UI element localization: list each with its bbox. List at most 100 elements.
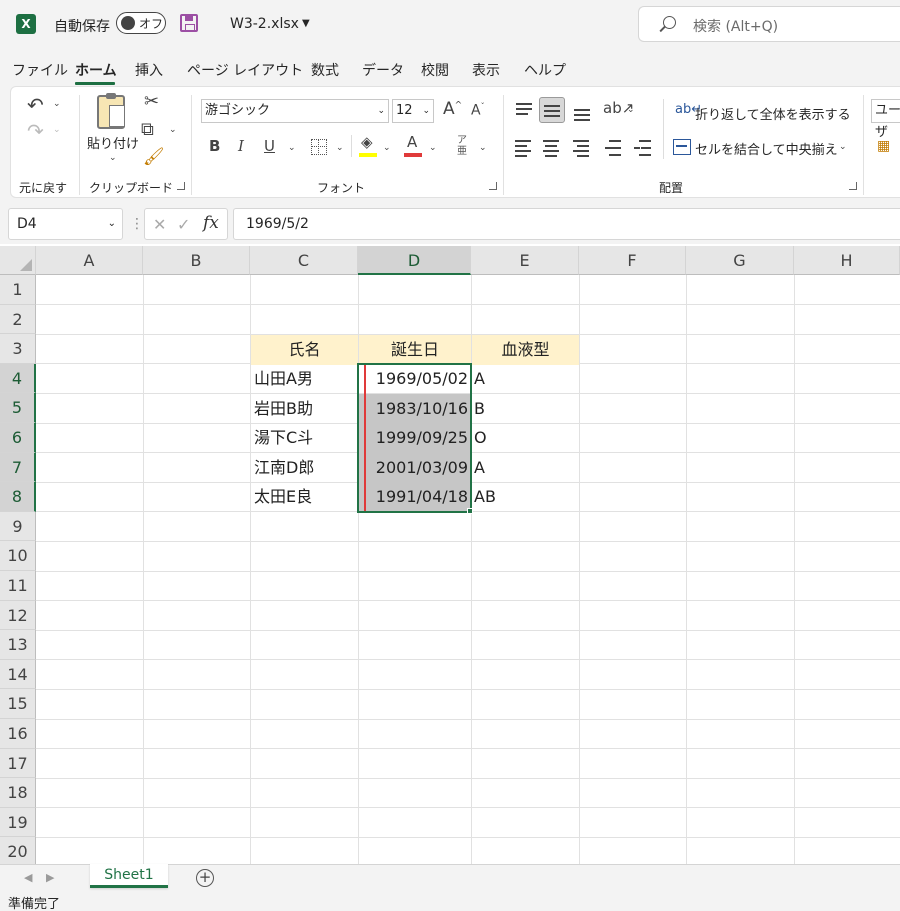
row-header-15[interactable]: 15	[0, 689, 36, 719]
merge-center-icon[interactable]	[673, 139, 691, 155]
row-header-14[interactable]: 14	[0, 659, 36, 690]
row-header-5[interactable]: 5	[0, 393, 36, 423]
phonetic-dropdown-icon[interactable]: ⌄	[479, 143, 487, 153]
column-header-h[interactable]: H	[794, 246, 900, 275]
bold-icon[interactable]: B	[209, 139, 220, 154]
tab-review[interactable]: 校閲	[421, 60, 449, 80]
file-name[interactable]: W3-2.xlsx	[230, 16, 299, 32]
font-launcher-icon[interactable]	[489, 182, 497, 190]
next-sheet-icon[interactable]: ▶	[46, 871, 54, 884]
align-right-icon[interactable]	[569, 135, 595, 161]
tab-formulas[interactable]: 数式	[311, 60, 339, 80]
row-header-20[interactable]: 20	[0, 837, 36, 864]
align-bottom-icon[interactable]	[569, 99, 595, 125]
row-header-9[interactable]: 9	[0, 511, 36, 542]
insert-function-icon[interactable]: fx	[203, 213, 219, 233]
format-painter-icon[interactable]: 🖌	[143, 149, 165, 166]
fill-handle[interactable]	[467, 508, 473, 514]
row-header-2[interactable]: 2	[0, 304, 36, 335]
align-middle-icon[interactable]	[539, 97, 565, 123]
tab-view[interactable]: 表示	[472, 60, 500, 80]
copy-icon[interactable]: ⧉	[141, 121, 154, 139]
decrease-indent-icon[interactable]	[601, 135, 627, 161]
caret-down-icon[interactable]: ▼	[302, 18, 310, 29]
row-header-1[interactable]: 1	[0, 275, 36, 305]
row-header-8[interactable]: 8	[0, 482, 36, 512]
save-icon[interactable]	[180, 14, 198, 32]
align-top-icon[interactable]	[511, 99, 537, 125]
orientation-dropdown-icon[interactable]: ⌄	[627, 105, 635, 115]
table-header-birthday[interactable]: 誕生日	[359, 335, 471, 365]
row-header-7[interactable]: 7	[0, 452, 36, 483]
row-header-17[interactable]: 17	[0, 748, 36, 779]
font-family-select[interactable]: 游ゴシック ⌄	[201, 99, 389, 123]
column-header-g[interactable]: G	[686, 246, 794, 275]
alignment-launcher-icon[interactable]	[849, 182, 857, 190]
font-color-icon[interactable]: A	[407, 135, 417, 150]
redo-icon[interactable]: ↷	[27, 121, 44, 141]
autosave-toggle[interactable]: オフ	[116, 12, 166, 34]
table-cell[interactable]: B	[474, 394, 578, 424]
table-cell[interactable]: 江南D郎	[254, 453, 358, 483]
underline-icon[interactable]: U	[264, 139, 275, 154]
table-cell[interactable]: AB	[474, 482, 578, 512]
tab-page-layout[interactable]: ページ レイアウト	[187, 60, 303, 80]
font-color-dropdown-icon[interactable]: ⌄	[429, 143, 437, 153]
sheet-tab-sheet1[interactable]: Sheet1	[90, 864, 168, 888]
row-header-12[interactable]: 12	[0, 600, 36, 631]
paste-label[interactable]: 貼り付け	[87, 133, 139, 152]
row-header-16[interactable]: 16	[0, 719, 36, 749]
formula-input[interactable]: 1969/5/2	[233, 208, 900, 240]
row-header-10[interactable]: 10	[0, 541, 36, 571]
row-header-18[interactable]: 18	[0, 778, 36, 808]
column-header-d[interactable]: D	[358, 246, 471, 275]
tab-file[interactable]: ファイル	[12, 60, 68, 80]
clipboard-launcher-icon[interactable]	[177, 182, 185, 190]
align-left-icon[interactable]	[511, 135, 537, 161]
decrease-font-size-icon[interactable]: Aˇ	[471, 103, 485, 118]
table-cell[interactable]: 岩田B助	[254, 394, 358, 424]
increase-font-size-icon[interactable]: A^	[443, 101, 462, 118]
tab-home[interactable]: ホーム	[75, 60, 117, 80]
add-sheet-icon[interactable]: +	[196, 869, 214, 887]
column-header-b[interactable]: B	[143, 246, 250, 275]
row-header-6[interactable]: 6	[0, 423, 36, 453]
table-cell[interactable]: 湯下C斗	[254, 423, 358, 453]
wrap-text-button[interactable]: 折り返して全体を表示する	[695, 104, 851, 123]
border-dropdown-icon[interactable]: ⌄	[336, 143, 344, 153]
undo-dropdown-icon[interactable]: ⌄	[53, 99, 61, 109]
more-options-icon[interactable]: ⋮	[130, 216, 144, 232]
paste-icon[interactable]	[97, 93, 125, 129]
table-cell[interactable]: A	[474, 453, 578, 483]
table-cell[interactable]: 太田E良	[254, 482, 358, 512]
tab-insert[interactable]: 挿入	[135, 60, 163, 80]
chevron-down-icon[interactable]: ⌄	[108, 209, 116, 239]
row-header-3[interactable]: 3	[0, 334, 36, 364]
enter-check-icon[interactable]: ✓	[177, 215, 190, 234]
column-header-a[interactable]: A	[36, 246, 143, 275]
increase-indent-icon[interactable]	[631, 135, 657, 161]
cut-icon[interactable]: ✂	[144, 93, 159, 111]
number-format-select[interactable]: ユーザ	[871, 99, 900, 140]
table-header-name[interactable]: 氏名	[251, 335, 358, 365]
tab-help[interactable]: ヘルプ	[524, 60, 566, 80]
underline-dropdown-icon[interactable]: ⌄	[288, 143, 296, 153]
select-all-button[interactable]	[0, 246, 36, 275]
currency-icon[interactable]: ▦	[877, 139, 890, 153]
redo-dropdown-icon[interactable]: ⌄	[53, 125, 61, 135]
phonetic-guide-icon[interactable]: ア亜	[457, 135, 467, 157]
border-icon[interactable]	[311, 139, 327, 155]
font-size-select[interactable]: 12 ⌄	[392, 99, 434, 123]
fill-color-dropdown-icon[interactable]: ⌄	[383, 143, 391, 153]
column-header-f[interactable]: F	[579, 246, 686, 275]
italic-icon[interactable]: I	[238, 139, 244, 154]
merge-center-button[interactable]: セルを結合して中央揃え	[695, 139, 838, 158]
undo-icon[interactable]: ↶	[27, 95, 44, 115]
paste-dropdown-icon[interactable]: ⌄	[109, 153, 117, 163]
worksheet-grid[interactable]: A B C D E F G H 1 2 3 4 5 6 7 8 9 10 11 …	[0, 246, 900, 864]
row-header-11[interactable]: 11	[0, 571, 36, 601]
row-header-4[interactable]: 4	[0, 363, 36, 394]
copy-dropdown-icon[interactable]: ⌄	[169, 125, 177, 135]
fill-color-icon[interactable]: ◈	[361, 135, 373, 150]
row-header-19[interactable]: 19	[0, 807, 36, 838]
